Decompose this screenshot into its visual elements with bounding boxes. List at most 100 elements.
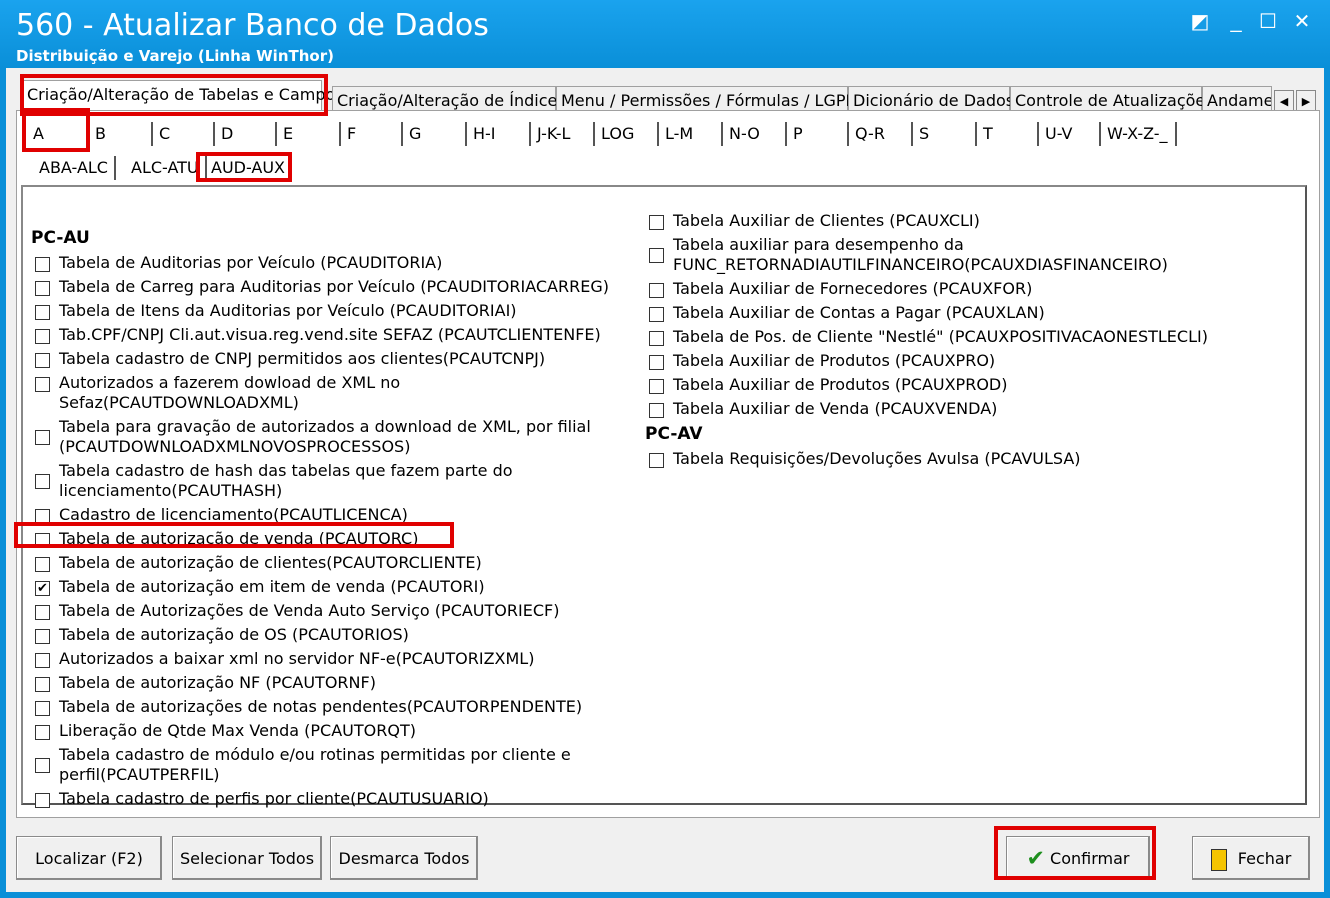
subtab-alc-atu[interactable]: ALC-ATU xyxy=(125,156,207,180)
checkbox[interactable] xyxy=(35,430,50,445)
right-table-item[interactable]: Tabela de Pos. de Cliente "Nestlé" (PCAU… xyxy=(645,327,1285,347)
subtab-aba-alc[interactable]: ABA-ALC xyxy=(33,156,116,180)
letter-tab-n-o[interactable]: N-O xyxy=(723,122,787,146)
right-table-item[interactable]: Tabela Auxiliar de Produtos (PCAUXPROD) xyxy=(645,375,1285,395)
checkbox[interactable] xyxy=(649,355,664,370)
item-label: Tabela de Pos. de Cliente "Nestlé" (PCAU… xyxy=(673,327,1208,346)
checkbox[interactable] xyxy=(35,353,50,368)
left-table-item[interactable]: Tabela de autorização NF (PCAUTORNF) xyxy=(31,673,631,693)
letter-tab-h-i[interactable]: H-I xyxy=(467,122,531,146)
letter-tab-q-r[interactable]: Q-R xyxy=(849,122,913,146)
left-table-item[interactable]: Tabela de Carreg para Auditorias por Veí… xyxy=(31,277,631,297)
checkbox[interactable] xyxy=(35,629,50,644)
right-table-item[interactable]: Tabela Auxiliar de Fornecedores (PCAUXFO… xyxy=(645,279,1285,299)
checkbox[interactable] xyxy=(35,305,50,320)
left-table-item[interactable]: Tabela de autorização de clientes(PCAUTO… xyxy=(31,553,631,573)
checkbox[interactable] xyxy=(35,725,50,740)
checkbox[interactable] xyxy=(35,677,50,692)
letter-tab-c[interactable]: C xyxy=(153,122,215,146)
tab-scroll-right-icon[interactable]: ▶ xyxy=(1296,90,1316,112)
left-table-item[interactable]: Cadastro de licenciamento(PCAUTLICENCA) xyxy=(31,505,631,525)
left-table-item[interactable]: Tabela de autorização de venda (PCAUTORC… xyxy=(31,529,631,549)
letter-tab-e[interactable]: E xyxy=(277,122,341,146)
right-table-item[interactable]: Tabela Auxiliar de Clientes (PCAUXCLI) xyxy=(645,211,1285,231)
subtab-aud-aux[interactable]: AUD-AUX xyxy=(205,156,291,180)
item-label: Tabela Auxiliar de Fornecedores (PCAUXFO… xyxy=(673,279,1033,298)
minimize-icon[interactable]: _ xyxy=(1222,8,1250,36)
selecionar-todos-button[interactable]: Selecionar Todos xyxy=(172,836,322,880)
item-label: Tabela Auxiliar de Clientes (PCAUXCLI) xyxy=(673,211,980,230)
left-table-item[interactable]: Tabela cadastro de hash das tabelas que … xyxy=(31,461,631,501)
checkbox[interactable] xyxy=(649,283,664,298)
fechar-label: Fechar xyxy=(1237,849,1292,868)
checkbox[interactable] xyxy=(35,793,50,808)
checkbox[interactable] xyxy=(35,533,50,548)
letter-tab-a[interactable]: A xyxy=(27,122,89,146)
letter-tab-w-x-z[interactable]: W-X-Z-_ xyxy=(1101,122,1177,146)
checkbox[interactable] xyxy=(35,329,50,344)
checkbox[interactable] xyxy=(649,215,664,230)
checkbox[interactable] xyxy=(649,403,664,418)
confirmar-button[interactable]: ✔ Confirmar xyxy=(1006,836,1150,880)
checkbox[interactable] xyxy=(35,701,50,716)
checkbox[interactable] xyxy=(35,281,50,296)
left-table-item[interactable]: Tabela de Autorizações de Venda Auto Ser… xyxy=(31,601,631,621)
right-table-av-item[interactable]: Tabela Requisições/Devoluções Avulsa (PC… xyxy=(645,449,1285,469)
checkbox[interactable] xyxy=(35,653,50,668)
item-label: Tabela cadastro de hash das tabelas que … xyxy=(59,461,513,480)
letter-tab-log[interactable]: LOG xyxy=(595,122,659,146)
right-table-item[interactable]: Tabela auxiliar para desempenho da FUNC_R… xyxy=(645,235,1285,275)
left-table-item[interactable]: Tabela de autorizações de notas pendente… xyxy=(31,697,631,717)
letter-tab-g[interactable]: G xyxy=(403,122,467,146)
letter-tab-b[interactable]: B xyxy=(89,122,153,146)
letter-tab-t[interactable]: T xyxy=(977,122,1039,146)
right-table-item[interactable]: Tabela Auxiliar de Venda (PCAUXVENDA) xyxy=(645,399,1285,419)
checkbox[interactable] xyxy=(35,377,50,392)
fechar-button[interactable]: Fechar xyxy=(1192,836,1310,880)
letter-tab-s[interactable]: S xyxy=(913,122,977,146)
checkbox[interactable] xyxy=(649,453,664,468)
desmarca-todos-button[interactable]: Desmarca Todos xyxy=(330,836,478,880)
left-table-item[interactable]: Tabela de autorização de OS (PCAUTORIOS) xyxy=(31,625,631,645)
letter-tab-f[interactable]: F xyxy=(341,122,403,146)
right-table-item[interactable]: Tabela Auxiliar de Produtos (PCAUXPRO) xyxy=(645,351,1285,371)
checkbox[interactable] xyxy=(649,248,664,263)
left-table-item[interactable]: Autorizados a baixar xml no servidor NF-… xyxy=(31,649,631,669)
left-table-item[interactable]: Tabela de Itens da Auditorias por Veícul… xyxy=(31,301,631,321)
right-table-item[interactable]: Tabela Auxiliar de Contas a Pagar (PCAUX… xyxy=(645,303,1285,323)
app-window: 560 - Atualizar Banco de Dados Distribui… xyxy=(0,0,1330,898)
check-icon: ✔ xyxy=(1026,846,1045,872)
left-table-item[interactable]: Tabela cadastro de CNPJ permitidos aos c… xyxy=(31,349,631,369)
localizar-button[interactable]: Localizar (F2) xyxy=(16,836,162,880)
help-icon[interactable]: ◩ xyxy=(1186,8,1214,36)
close-icon[interactable]: ✕ xyxy=(1288,8,1316,36)
checkbox[interactable] xyxy=(649,307,664,322)
letter-tab-p[interactable]: P xyxy=(787,122,849,146)
checkbox[interactable]: ✔ xyxy=(35,581,50,596)
checkbox[interactable] xyxy=(35,758,50,773)
left-table-item[interactable]: Tabela para gravação de autorizados a do… xyxy=(31,417,631,457)
letter-tab-d[interactable]: D xyxy=(215,122,277,146)
left-table-item[interactable]: Liberação de Qtde Max Venda (PCAUTORQT) xyxy=(31,721,631,741)
left-table-item[interactable]: ✔ Tabela de autorização em item de venda … xyxy=(31,577,631,597)
left-table-item[interactable]: Tab.CPF/CNPJ Cli.aut.visua.reg.vend.site… xyxy=(31,325,631,345)
letter-tab-u-v[interactable]: U-V xyxy=(1039,122,1101,146)
left-table-item[interactable]: Tabela de Auditorias por Veículo (PCAUDI… xyxy=(31,253,631,273)
left-table-item[interactable]: Autorizados a fazerem dowload de XML no … xyxy=(31,373,631,413)
checkbox[interactable] xyxy=(35,557,50,572)
checkbox[interactable] xyxy=(35,509,50,524)
checkbox[interactable] xyxy=(649,379,664,394)
checkbox[interactable] xyxy=(649,331,664,346)
door-exit-icon xyxy=(1210,848,1227,871)
maximize-icon[interactable]: ☐ xyxy=(1254,8,1282,36)
letter-tab-j-k-l[interactable]: J-K-L xyxy=(531,122,595,146)
checkbox[interactable] xyxy=(35,605,50,620)
title-bar: 560 - Atualizar Banco de Dados Distribui… xyxy=(0,0,1330,68)
tab-scroll-left-icon[interactable]: ◀ xyxy=(1274,90,1294,112)
checkbox[interactable] xyxy=(35,474,50,489)
letter-tab-l-m[interactable]: L-M xyxy=(659,122,723,146)
letter-tab-bar: A B C D E F G H-I J-K-L LOG L-M N-O P Q-R S T U-V W-X-Z-_ xyxy=(27,119,1227,147)
checkbox[interactable] xyxy=(35,257,50,272)
left-table-item[interactable]: Tabela cadastro de módulo e/ou rotinas p… xyxy=(31,745,631,785)
left-table-item[interactable]: Tabela cadastro de perfis por cliente(PC… xyxy=(31,789,631,809)
